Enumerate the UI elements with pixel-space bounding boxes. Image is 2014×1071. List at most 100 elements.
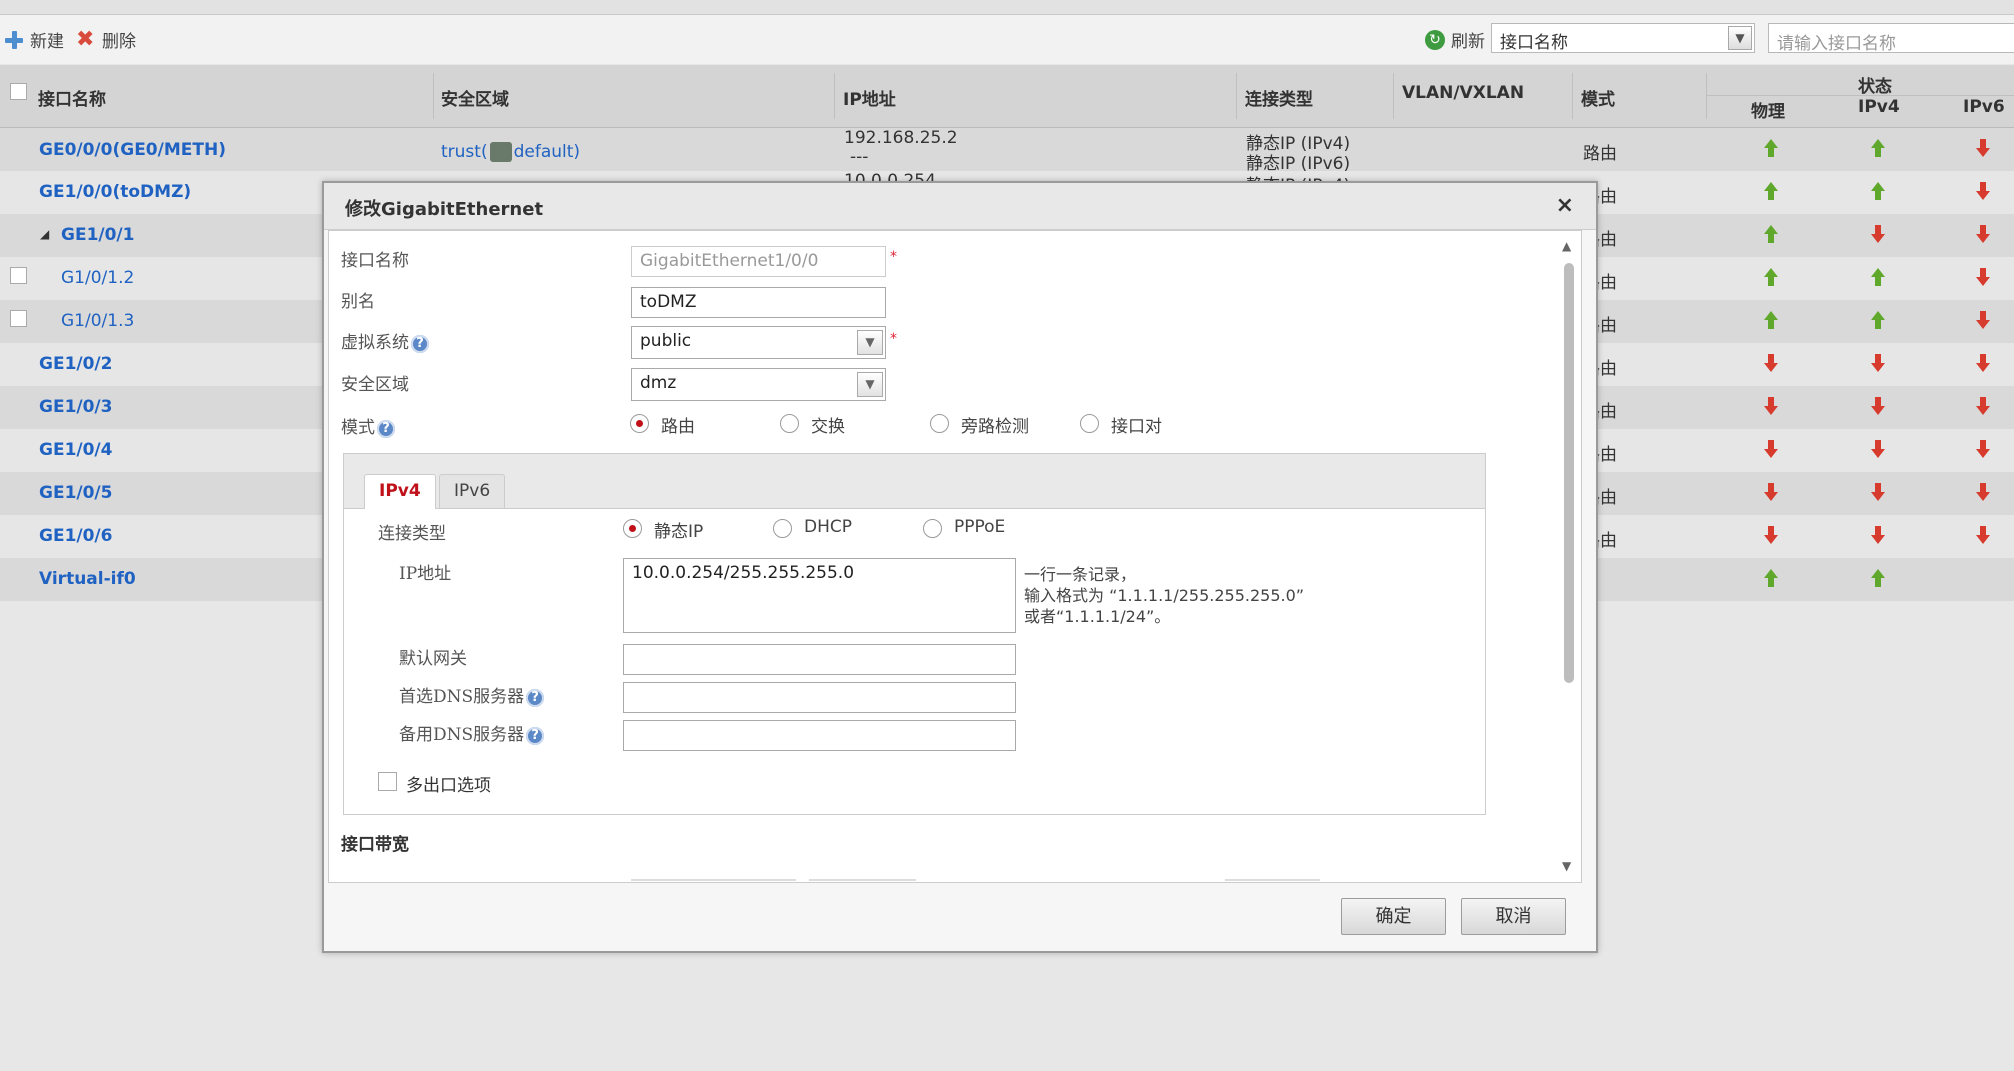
mode-route-label[interactable]: 路由 xyxy=(661,412,695,437)
conn-pppoe-label[interactable]: PPPoE xyxy=(954,517,1005,537)
mode-route-radio[interactable] xyxy=(630,414,649,433)
required-mark: * xyxy=(890,331,897,347)
select-all-checkbox[interactable] xyxy=(10,83,27,100)
vsys-icon xyxy=(489,142,512,162)
edit-interface-dialog: 修改GigabitEthernet × 接口名称 GigabitEthernet… xyxy=(322,181,1598,953)
ifname-field[interactable]: GigabitEthernet1/0/0 xyxy=(631,246,886,277)
mode-label-text: 模式 xyxy=(341,418,375,438)
zone-select[interactable]: dmz ▼ xyxy=(631,368,886,401)
ip-config-panel: IPv4 IPv6 连接类型 静态IP DHCP PPPoE IP地址 10.0… xyxy=(343,453,1486,815)
iface-name[interactable]: G1/0/1.2 xyxy=(61,268,134,288)
mode-bypass-label[interactable]: 旁路检测 xyxy=(961,412,1029,437)
refresh-button[interactable]: ↻ 刷新 xyxy=(1425,27,1485,52)
mode-cell: 路由 xyxy=(1583,144,1617,164)
vsys-select[interactable]: public ▼ xyxy=(631,326,886,359)
dialog-titlebar[interactable]: 修改GigabitEthernet × xyxy=(324,183,1596,230)
col-name[interactable]: 接口名称 xyxy=(38,85,106,110)
conn-dhcp-radio[interactable] xyxy=(773,519,792,538)
dialog-scrollbar[interactable]: ▲ ▼ xyxy=(1561,239,1575,875)
dialog-title: 修改GigabitEthernet xyxy=(345,199,544,220)
chevron-down-icon[interactable]: ▼ xyxy=(1728,26,1752,50)
help-icon[interactable]: ? xyxy=(411,334,429,353)
new-button[interactable]: 新建 xyxy=(4,27,64,52)
iface-name[interactable]: GE1/0/6 xyxy=(39,526,112,546)
mode-bypass-radio[interactable] xyxy=(930,414,949,433)
iface-name[interactable]: GE1/0/0(toDMZ) xyxy=(39,182,191,202)
iface-name[interactable]: Virtual-if0 xyxy=(39,569,136,589)
tab-ipv4[interactable]: IPv4 xyxy=(364,474,436,509)
filter-select[interactable]: 接口名称 ▼ xyxy=(1491,23,1755,53)
phys-down-icon xyxy=(1762,483,1780,503)
gateway-label: 默认网关 xyxy=(399,649,467,669)
col-conn[interactable]: 连接类型 xyxy=(1245,85,1313,110)
vsys-value: public xyxy=(640,331,692,351)
ipv4-up-icon xyxy=(1869,569,1887,589)
conn-static-radio[interactable] xyxy=(623,519,642,538)
scroll-down-icon[interactable]: ▼ xyxy=(1562,859,1571,873)
collapse-icon[interactable]: ◢ xyxy=(40,227,49,241)
mode-switch-label[interactable]: 交换 xyxy=(811,412,845,437)
row-checkbox[interactable] xyxy=(10,267,27,284)
refresh-label: 刷新 xyxy=(1451,32,1485,52)
mode-switch-radio[interactable] xyxy=(780,414,799,433)
delete-button[interactable]: ✖ 删除 xyxy=(76,27,136,52)
phys-down-icon xyxy=(1762,526,1780,546)
delete-icon: ✖ xyxy=(76,26,95,52)
row-checkbox[interactable] xyxy=(10,310,27,327)
iface-name[interactable]: GE1/0/4 xyxy=(39,440,112,460)
iface-name[interactable]: GE1/0/2 xyxy=(39,354,112,374)
gateway-field[interactable] xyxy=(623,644,1016,675)
mode-pair-radio[interactable] xyxy=(1080,414,1099,433)
ok-button[interactable]: 确定 xyxy=(1341,898,1446,935)
cancel-button[interactable]: 取消 xyxy=(1461,898,1566,935)
search-input[interactable]: 请输入接口名称 xyxy=(1768,23,2014,54)
mode-pair-label[interactable]: 接口对 xyxy=(1111,412,1162,437)
col-divider xyxy=(1706,73,1707,119)
dns1-field[interactable] xyxy=(623,682,1016,713)
status-divider xyxy=(1707,95,2014,96)
scroll-up-icon[interactable]: ▲ xyxy=(1562,239,1571,253)
help-icon[interactable]: ? xyxy=(526,726,545,745)
chevron-down-icon[interactable]: ▼ xyxy=(857,372,883,397)
conn-pppoe-radio[interactable] xyxy=(923,519,942,538)
dns1-label-text: 首选DNS服务器 xyxy=(399,687,525,707)
help-icon[interactable]: ? xyxy=(526,688,545,707)
ifname-value: GigabitEthernet1/0/0 xyxy=(640,251,819,271)
phys-up-icon xyxy=(1762,569,1780,589)
chevron-down-icon[interactable]: ▼ xyxy=(857,330,883,355)
multi-exit-label[interactable]: 多出口选项 xyxy=(406,771,491,796)
alias-field[interactable]: toDMZ xyxy=(631,287,886,318)
iface-name[interactable]: GE1/0/5 xyxy=(39,483,112,503)
ip-hint-line3: 或者“1.1.1.1/24”。 xyxy=(1024,607,1171,626)
ipv4-up-icon xyxy=(1869,311,1887,331)
iface-name[interactable]: GE1/0/3 xyxy=(39,397,112,417)
tab-ipv6[interactable]: IPv6 xyxy=(439,474,506,508)
col-status: 状态 xyxy=(1858,77,1892,97)
col-mode[interactable]: 模式 xyxy=(1581,85,1615,110)
alias-label: 别名 xyxy=(341,292,375,312)
table-row[interactable]: GE0/0/0(GE0/METH) trust(default) 192.168… xyxy=(0,128,2014,174)
conn-dhcp-label[interactable]: DHCP xyxy=(804,517,852,537)
close-icon[interactable]: × xyxy=(1556,193,1574,218)
dns2-field[interactable] xyxy=(623,720,1016,751)
ipv4-down-icon xyxy=(1869,225,1887,245)
col-zone[interactable]: 安全区域 xyxy=(441,85,509,110)
scroll-thumb[interactable] xyxy=(1564,263,1574,683)
ipv6-down-icon xyxy=(1974,526,1992,546)
col-divider xyxy=(834,73,835,119)
col-vlan[interactable]: VLAN/VXLAN xyxy=(1402,83,1524,103)
ip-address-textarea[interactable]: 10.0.0.254/255.255.255.0 xyxy=(623,558,1016,633)
col-ip[interactable]: IP地址 xyxy=(843,85,896,110)
ipv6-down-icon xyxy=(1974,225,1992,245)
help-icon[interactable]: ? xyxy=(377,419,395,438)
ipv4-down-icon xyxy=(1869,526,1887,546)
iface-name[interactable]: GE1/0/1 xyxy=(61,225,134,245)
iface-name[interactable]: GE0/0/0(GE0/METH) xyxy=(39,140,226,160)
dns2-label: 备用DNS服务器? xyxy=(399,720,545,745)
zone-link[interactable]: trust(default) xyxy=(441,142,580,162)
zone-name: trust( xyxy=(441,142,488,162)
bandwidth-field-edge xyxy=(1225,879,1320,881)
multi-exit-checkbox[interactable] xyxy=(378,772,397,791)
conn-static-label[interactable]: 静态IP xyxy=(654,517,703,542)
iface-name[interactable]: G1/0/1.3 xyxy=(61,311,134,331)
